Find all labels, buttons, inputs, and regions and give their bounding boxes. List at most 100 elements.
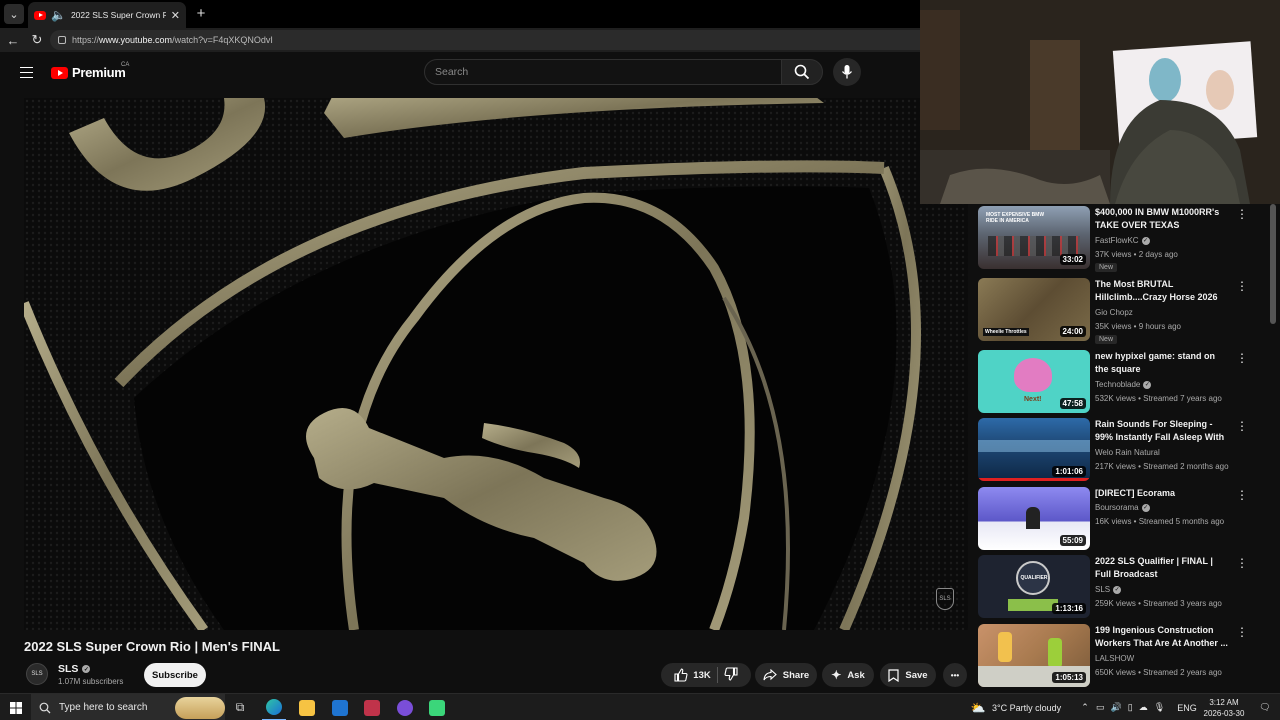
weather-widget[interactable]: 3°C Partly cloudy (992, 694, 1072, 720)
voice-search-button[interactable] (833, 58, 861, 86)
recommendation-title[interactable]: 2022 SLS Qualifier | FINAL | Full Broadc… (1095, 555, 1230, 581)
like-count: 13K (693, 669, 711, 681)
recommendation-item[interactable]: MOST EXPENSIVE BMW RIDE IN AMERICA 33:02… (978, 206, 1268, 272)
obs-app-icon[interactable] (394, 694, 416, 720)
tab-list-chevron-icon[interactable]: ⌄ (4, 4, 24, 24)
recommendation-channel[interactable]: Technoblade ✓ (1095, 380, 1152, 389)
ask-button[interactable]: ✦ Ask (822, 663, 874, 687)
recommendation-channel[interactable]: Boursorama ✓ (1095, 503, 1150, 512)
save-button[interactable]: Save (880, 663, 936, 687)
video-thumbnail[interactable]: 55:09 (978, 487, 1090, 550)
video-thumbnail[interactable]: 1:01:06 (978, 418, 1090, 481)
video-thumbnail[interactable]: QUALIFIER 1:13:16 (978, 555, 1090, 618)
channel-text: SLS (1095, 585, 1111, 594)
verified-check-icon: ✓ (1141, 236, 1150, 245)
dislike-button[interactable] (724, 666, 738, 684)
recommendation-item[interactable]: 55:09 [DIRECT] Ecorama Boursorama ✓ 16K v… (978, 487, 1268, 551)
battery-icon[interactable]: ▯ (1128, 702, 1133, 713)
thumbnail-caption: Next! (1024, 396, 1042, 403)
mail-app-icon[interactable] (329, 694, 351, 720)
search-button[interactable] (781, 59, 823, 85)
search-highlight-image (175, 696, 225, 719)
tray-chevron-up-icon[interactable]: ⌃ (1078, 694, 1092, 720)
sidebar-scrollbar[interactable] (1270, 204, 1276, 684)
edge-browser-icon[interactable] (262, 694, 286, 720)
back-arrow-icon[interactable]: ← (4, 31, 22, 49)
recommendation-item[interactable]: Wheelie Throttles 24:00 The Most BRUTAL … (978, 278, 1268, 344)
like-button[interactable]: 13K (674, 668, 711, 682)
recommendation-channel[interactable]: Welo Rain Natural (1095, 448, 1160, 457)
start-button[interactable] (6, 694, 26, 720)
game-app-icon[interactable] (426, 694, 448, 720)
file-explorer-icon[interactable] (296, 694, 318, 720)
youtube-premium-logo[interactable]: Premium (51, 65, 126, 80)
scrollbar-thumb[interactable] (1270, 204, 1276, 324)
more-vert-icon[interactable]: ⋮ (1236, 280, 1248, 294)
recommendation-item[interactable]: Next! 47:58 new hypixel game: stand on t… (978, 350, 1268, 414)
recommendation-channel[interactable]: FastFlowKC ✓ (1095, 236, 1150, 245)
youtube-header: Premium CA Search (0, 52, 920, 98)
language-indicator[interactable]: ENG (1176, 694, 1198, 720)
recommendation-title[interactable]: 199 Ingenious Construction Workers That … (1095, 624, 1230, 650)
close-tab-icon[interactable]: ✕ (171, 9, 180, 22)
video-thumbnail[interactable]: Next! 47:58 (978, 350, 1090, 413)
recommendation-item[interactable]: 1:01:06 Rain Sounds For Sleeping - 99% I… (978, 418, 1268, 482)
recommendation-title[interactable]: [DIRECT] Ecorama (1095, 487, 1230, 500)
channel-avatar[interactable]: SLS (26, 663, 48, 685)
video-player[interactable]: SLS (24, 98, 968, 630)
menu-hamburger-icon[interactable] (20, 67, 33, 78)
duration-badge: 47:58 (1059, 398, 1086, 409)
refresh-icon[interactable]: ↻ (28, 31, 46, 49)
microphone-icon[interactable]: 🎙 (1154, 702, 1165, 713)
browser-tab-active[interactable]: 🔈 2022 SLS Super Crown Rio | Me ✕ (28, 2, 186, 28)
video-thumbnail[interactable]: MOST EXPENSIVE BMW RIDE IN AMERICA 33:02 (978, 206, 1090, 269)
mail-icon (332, 699, 348, 716)
new-tab-plus-icon[interactable]: + (192, 4, 210, 22)
channel-text: LALSHOW (1095, 654, 1135, 663)
recommendation-title[interactable]: $400,000 IN BMW M1000RR's TAKE OVER TEXA… (1095, 206, 1230, 232)
youtube-logo-icon (51, 66, 68, 79)
verified-check-icon: ✓ (1113, 585, 1122, 594)
more-actions-button[interactable]: ••• (943, 663, 967, 687)
more-vert-icon[interactable]: ⋮ (1236, 208, 1248, 222)
video-thumbnail[interactable]: 1:05:13 (978, 624, 1090, 687)
youtube-favicon-icon (34, 10, 46, 20)
speaker-icon[interactable]: 🔈 (51, 8, 66, 22)
recommendation-title[interactable]: new hypixel game: stand on the square (1095, 350, 1230, 376)
recommendation-channel[interactable]: Gio Chopz (1095, 308, 1133, 317)
edge-logo-icon (266, 698, 282, 715)
notifications-icon[interactable]: 🗨 (1256, 694, 1274, 720)
network-icon[interactable]: ▭ (1096, 702, 1105, 713)
clock[interactable]: 3:12 AM 2026-03-30 (1200, 694, 1248, 720)
search-input[interactable]: Search (424, 59, 782, 85)
more-vert-icon[interactable]: ⋮ (1236, 557, 1248, 571)
task-view-icon[interactable]: ⧉ (231, 694, 249, 720)
recommendation-channel[interactable]: SLS ✓ (1095, 585, 1122, 594)
share-button[interactable]: Share (755, 663, 817, 687)
weather-icon[interactable]: ⛅ (970, 694, 986, 720)
more-vert-icon[interactable]: ⋮ (1236, 489, 1248, 503)
video-thumbnail[interactable]: Wheelie Throttles 24:00 (978, 278, 1090, 341)
clock-time: 3:12 AM (1209, 697, 1239, 707)
sparkle-icon: ✦ (831, 668, 842, 682)
recommendation-channel[interactable]: LALSHOW (1095, 654, 1134, 663)
system-tray-icons[interactable]: ▭ 🔊 ▯ ☁ 🎙 (1096, 694, 1166, 720)
recommendation-item[interactable]: 1:05:13 199 Ingenious Construction Worke… (978, 624, 1268, 688)
taskbar-search-box[interactable]: Type here to search (31, 694, 225, 720)
channel-name[interactable]: SLS ✓ (58, 663, 91, 675)
gift-app-icon[interactable] (361, 694, 383, 720)
subscribe-button[interactable]: Subscribe (144, 663, 206, 687)
thumbs-down-icon (724, 666, 738, 681)
more-vert-icon[interactable]: ⋮ (1236, 352, 1248, 366)
volume-icon[interactable]: 🔊 (1111, 702, 1122, 713)
thumbnail-worker-graphic (1048, 638, 1062, 668)
browser-tab-bar: ⌄ 🔈 2022 SLS Super Crown Rio | Me ✕ + (0, 0, 920, 28)
logo-text: Premium (72, 65, 126, 80)
recommendation-item[interactable]: QUALIFIER 1:13:16 2022 SLS Qualifier | F… (978, 555, 1268, 619)
more-vert-icon[interactable]: ⋮ (1236, 626, 1248, 640)
onedrive-icon[interactable]: ☁ (1139, 702, 1148, 713)
more-vert-icon[interactable]: ⋮ (1236, 420, 1248, 434)
address-bar[interactable]: https://www.youtube.com/watch?v=F4qXKQNO… (50, 30, 930, 50)
recommendation-title[interactable]: The Most BRUTAL Hillclimb....Crazy Horse… (1095, 278, 1230, 304)
recommendation-title[interactable]: Rain Sounds For Sleeping - 99% Instantly… (1095, 418, 1230, 444)
